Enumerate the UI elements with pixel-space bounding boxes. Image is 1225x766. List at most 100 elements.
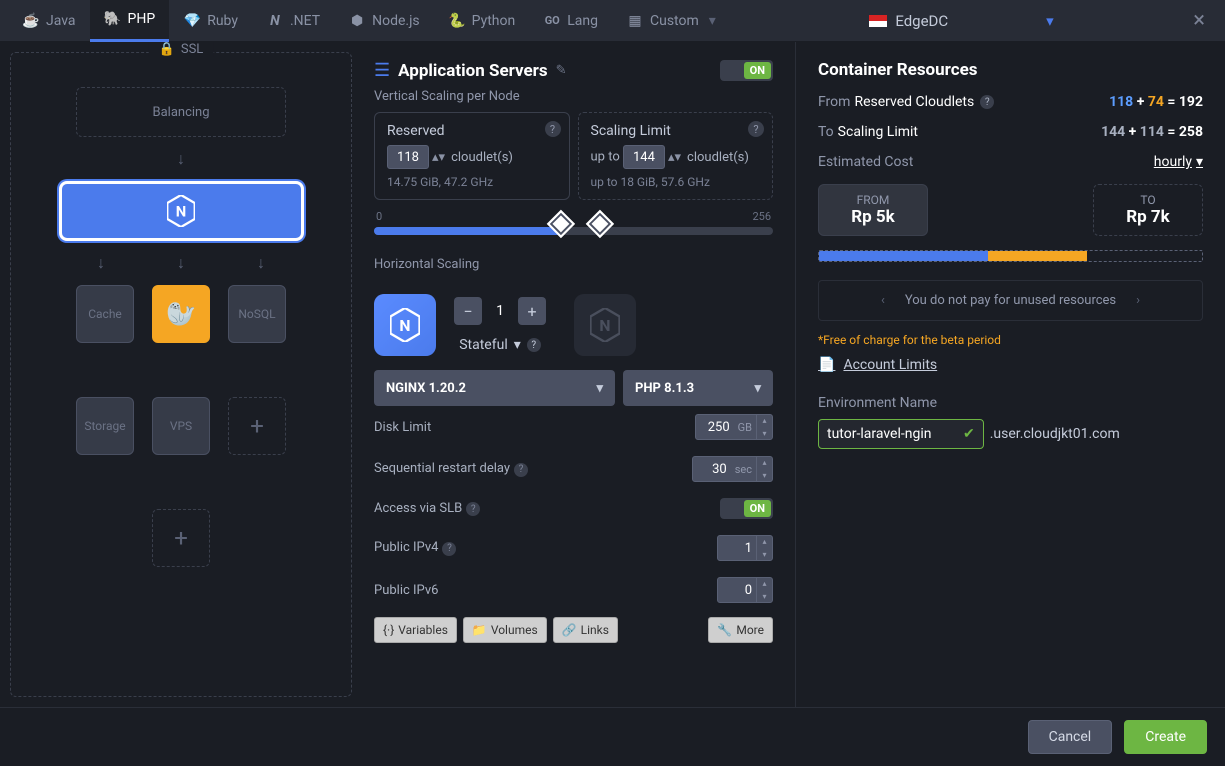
- tab-php[interactable]: 🐘PHP: [90, 0, 170, 42]
- cloudlet-slider[interactable]: [374, 227, 773, 235]
- braces-icon: {·}: [383, 623, 394, 637]
- prev-note[interactable]: ‹: [881, 293, 885, 308]
- info-icon[interactable]: ?: [980, 95, 994, 109]
- nginx-icon: N: [390, 308, 420, 342]
- tab-nodejs[interactable]: ⬢Node.js: [334, 0, 434, 42]
- balancing-node[interactable]: Balancing: [76, 87, 286, 137]
- app-server-toggle[interactable]: ON: [720, 60, 773, 81]
- variables-button[interactable]: {·}Variables: [374, 617, 457, 643]
- restart-delay-input[interactable]: 30sec▴▾: [692, 456, 773, 482]
- env-name-label: Environment Name: [818, 395, 1203, 411]
- link-icon: 🔗: [562, 623, 577, 637]
- tab-go[interactable]: GOLang: [529, 0, 612, 42]
- arrow-down-icon: ↓: [97, 253, 105, 273]
- info-icon[interactable]: ?: [514, 463, 528, 477]
- info-icon[interactable]: ?: [527, 338, 541, 352]
- more-button[interactable]: 🔧More: [708, 617, 773, 643]
- svg-text:N: N: [399, 316, 410, 335]
- resources-title: Container Resources: [818, 60, 1203, 80]
- section-title: Application Servers: [398, 61, 548, 81]
- reserved-input[interactable]: 118: [387, 145, 429, 169]
- vps-node[interactable]: VPS: [152, 397, 210, 455]
- spinner-icon[interactable]: ▴▾: [668, 150, 681, 165]
- info-icon[interactable]: ?: [466, 502, 480, 516]
- ipv4-input[interactable]: 1▴▾: [717, 535, 773, 561]
- rate-select[interactable]: hourly▾: [1154, 154, 1203, 170]
- arrow-down-icon: ↓: [257, 253, 265, 273]
- info-icon[interactable]: ?: [545, 121, 561, 137]
- nginx-icon: N: [590, 308, 620, 342]
- folder-icon: 📁: [472, 623, 487, 637]
- tab-java[interactable]: ☕Java: [8, 0, 90, 42]
- flag-icon: [869, 15, 887, 27]
- increment-button[interactable]: +: [518, 297, 546, 325]
- vertical-scaling-label: Vertical Scaling per Node: [362, 85, 785, 112]
- nodejs-icon: ⬢: [348, 12, 366, 30]
- storage-node[interactable]: Storage: [76, 397, 134, 455]
- runtime-select[interactable]: PHP 8.1.3▾: [623, 370, 773, 406]
- arrow-down-icon: ↓: [177, 149, 185, 169]
- cache-node[interactable]: Cache: [76, 285, 134, 343]
- next-note[interactable]: ›: [1136, 293, 1140, 308]
- tab-python[interactable]: 🐍Python: [434, 0, 530, 42]
- arrow-down-icon: ↓: [177, 253, 185, 273]
- app-server-node[interactable]: N: [59, 181, 304, 241]
- usage-bar: [818, 250, 1203, 262]
- chevron-down-icon: ▾: [596, 381, 603, 396]
- tab-dotnet[interactable]: N.NET: [252, 0, 334, 42]
- ipv6-input[interactable]: 0▴▾: [717, 577, 773, 603]
- svg-text:N: N: [176, 203, 186, 221]
- links-button[interactable]: 🔗Links: [553, 617, 618, 643]
- price-from-card: FROMRp 5k: [818, 184, 928, 236]
- scaling-mode-select[interactable]: Stateful▾?: [459, 337, 541, 353]
- dotnet-icon: N: [266, 12, 284, 30]
- region-selector[interactable]: EdgeDC▾: [855, 0, 1067, 42]
- info-icon[interactable]: ?: [442, 542, 456, 556]
- node-count: 1: [488, 303, 512, 319]
- chevron-down-icon: ▾: [1196, 154, 1203, 170]
- lock-icon: 🔒: [159, 42, 175, 57]
- edit-icon[interactable]: ✎: [556, 63, 567, 78]
- reserved-card: ? Reserved 118▴▾cloudlet(s) 14.75 GiB, 4…: [374, 112, 570, 200]
- check-icon: ✔: [963, 426, 975, 442]
- add-node-button[interactable]: +: [228, 397, 286, 455]
- slb-toggle[interactable]: ON: [720, 498, 773, 519]
- horizontal-scaling-label: Horizontal Scaling: [362, 253, 785, 280]
- chevron-down-icon: ▾: [754, 381, 761, 396]
- price-to-card: TORp 7k: [1093, 184, 1203, 236]
- spinner-icon[interactable]: ▴▾: [432, 150, 445, 165]
- language-tabs: ☕Java 🐘PHP 💎Ruby N.NET ⬢Node.js 🐍Python …: [0, 0, 1225, 42]
- decrement-button[interactable]: −: [454, 297, 482, 325]
- cancel-button[interactable]: Cancel: [1028, 720, 1113, 754]
- menu-icon[interactable]: ☰: [374, 60, 390, 81]
- limit-input[interactable]: 144: [623, 145, 665, 169]
- mariadb-icon: 🦭: [166, 300, 196, 328]
- python-icon: 🐍: [448, 12, 466, 30]
- disk-limit-input[interactable]: 250GB▴▾: [695, 414, 773, 440]
- java-icon: ☕: [22, 12, 40, 30]
- ruby-icon: 💎: [183, 12, 201, 30]
- tab-custom[interactable]: ▦Custom▾: [612, 0, 730, 42]
- wrench-icon: 🔧: [717, 623, 732, 637]
- close-icon[interactable]: ×: [1193, 8, 1205, 33]
- server-select[interactable]: NGINX 1.20.2▾: [374, 370, 615, 406]
- ssl-badge[interactable]: 🔒SSL: [149, 42, 214, 57]
- nginx-icon: N: [167, 195, 195, 227]
- create-button[interactable]: Create: [1124, 720, 1207, 754]
- hs-active-node[interactable]: N: [374, 294, 436, 356]
- env-name-input[interactable]: [827, 426, 957, 442]
- domain-suffix: .user.cloudjkt01.com: [990, 426, 1120, 442]
- nosql-node[interactable]: NoSQL: [228, 285, 286, 343]
- tab-ruby[interactable]: 💎Ruby: [169, 0, 252, 42]
- sql-node[interactable]: 🦭: [152, 285, 210, 343]
- limit-card: ? Scaling Limit up to 144▴▾cloudlet(s) u…: [578, 112, 774, 200]
- add-extra-button[interactable]: +: [152, 509, 210, 567]
- php-icon: 🐘: [104, 10, 122, 28]
- info-icon[interactable]: ?: [748, 121, 764, 137]
- hs-ghost-node: N: [574, 294, 636, 356]
- free-note: *Free of charge for the beta period: [818, 333, 1203, 347]
- topology-panel: 🔒SSL Balancing ↓ N ↓↓↓ Cache 🦭 NoSQL Sto…: [10, 52, 352, 697]
- volumes-button[interactable]: 📁Volumes: [463, 617, 547, 643]
- account-limits-link[interactable]: 📄Account Limits: [818, 357, 1203, 373]
- svg-text:N: N: [599, 316, 610, 335]
